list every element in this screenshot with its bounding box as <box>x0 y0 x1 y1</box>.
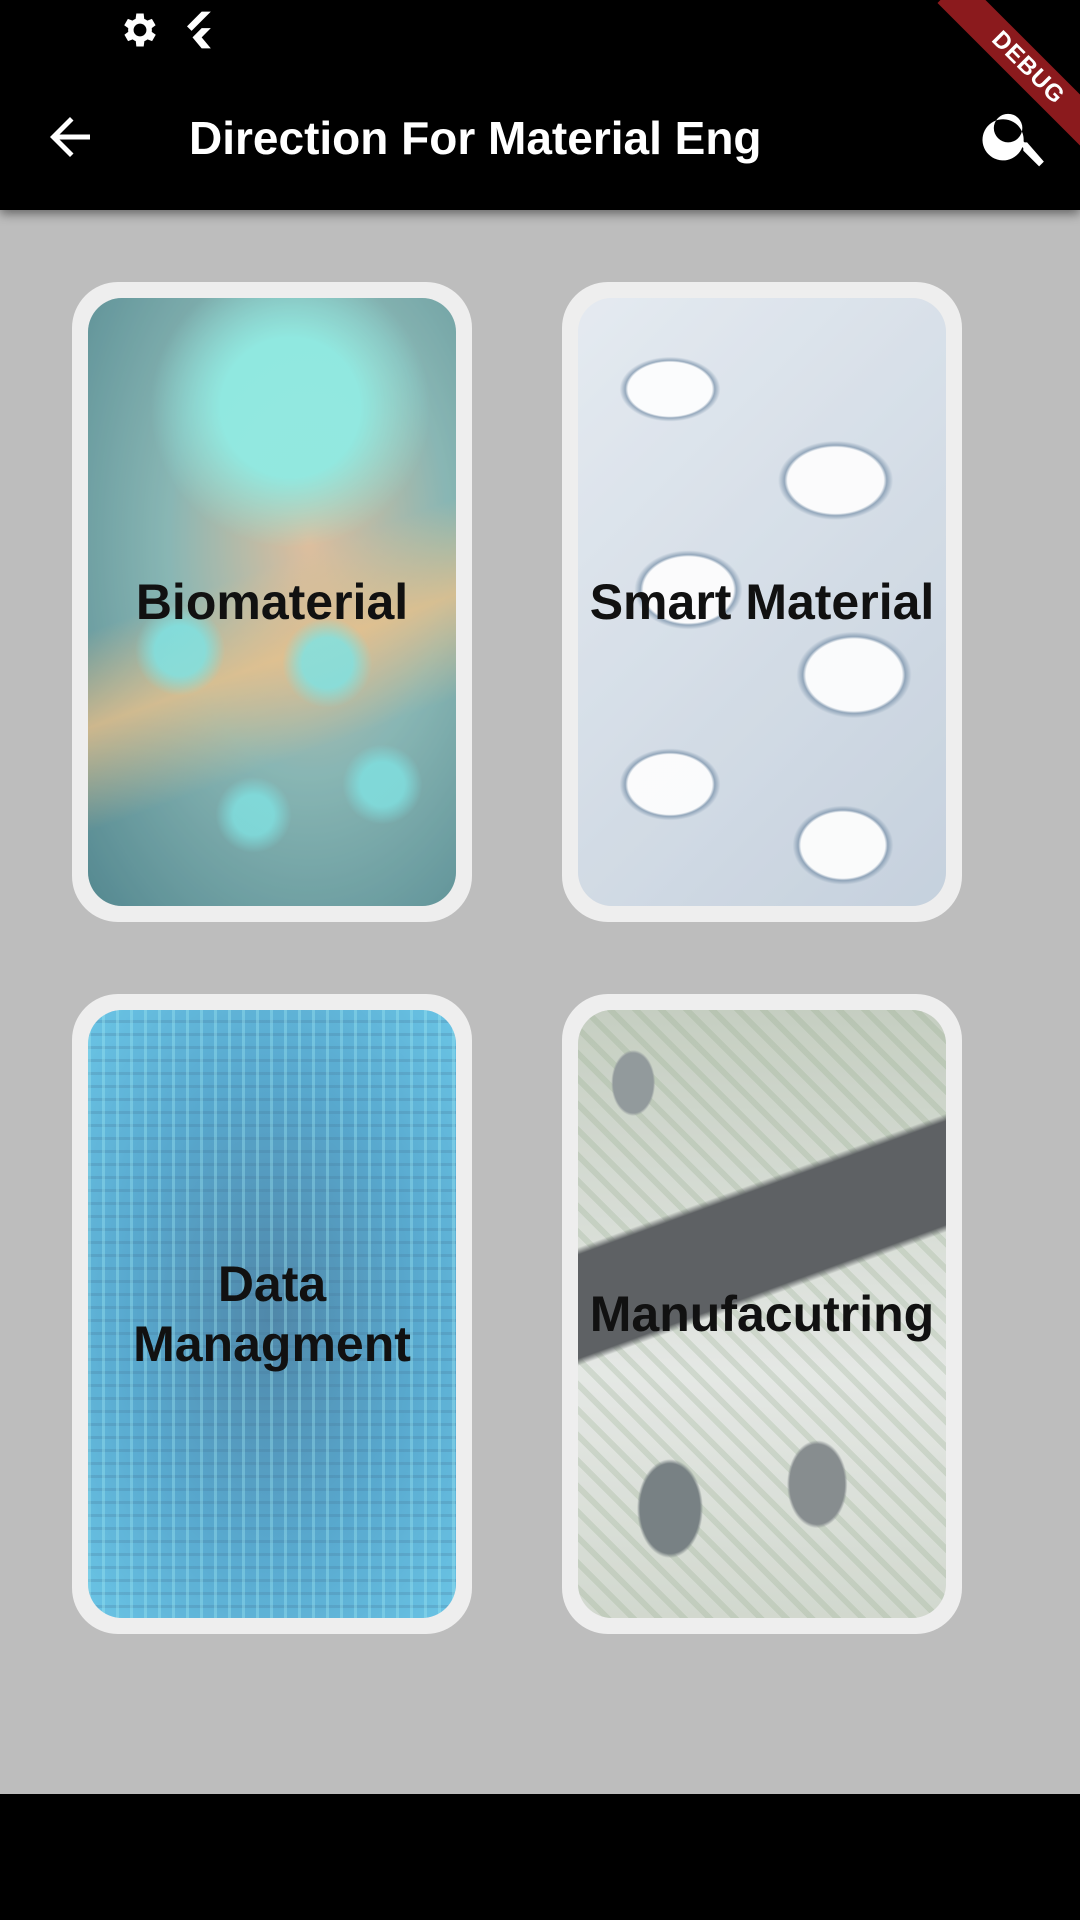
card-label: Smart Material <box>589 574 935 630</box>
page-title: Direction For Material Eng <box>189 112 762 164</box>
gear-icon <box>124 13 156 47</box>
status-bar <box>0 0 1080 64</box>
flutter-icon <box>187 11 211 49</box>
card-label: Biomaterial <box>135 574 409 630</box>
app-bar: Direction For Material Eng <box>0 64 1080 210</box>
back-button[interactable] <box>40 107 100 167</box>
card-label: Data Managment <box>133 1256 411 1372</box>
card-label: Manufacutring <box>589 1286 935 1342</box>
card-smart-material[interactable]: Smart Material <box>562 282 962 922</box>
card-data-management[interactable]: Data Managment <box>72 994 472 1634</box>
card-manufacturing[interactable]: Manufacutring <box>562 994 962 1634</box>
content-area: Biomaterial Smart Material Data Managmen… <box>0 210 1080 1794</box>
card-biomaterial[interactable]: Biomaterial <box>72 282 472 922</box>
search-button[interactable] <box>978 98 1054 174</box>
system-navigation-bar <box>0 1794 1080 1920</box>
